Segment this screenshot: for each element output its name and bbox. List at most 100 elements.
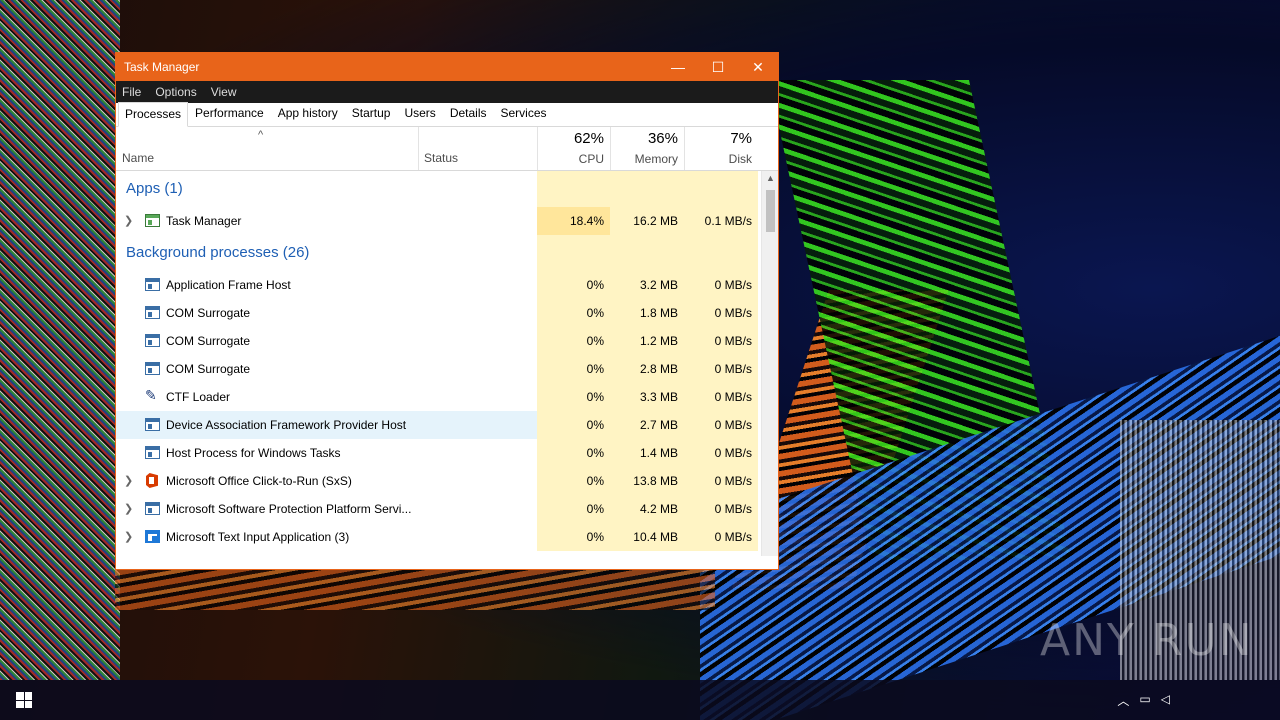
process-name: Application Frame Host bbox=[166, 278, 291, 292]
title-bar[interactable]: Task Manager — ☐ ✕ bbox=[116, 53, 778, 81]
table-row[interactable]: COM Surrogate 0% 2.8 MB 0 MB/s bbox=[116, 355, 761, 383]
sort-arrow-icon: ^ bbox=[258, 129, 264, 141]
table-row[interactable]: ❯ Microsoft Office Click-to-Run (SxS) 0%… bbox=[116, 467, 761, 495]
menu-view[interactable]: View bbox=[211, 85, 237, 99]
heat-cell bbox=[684, 235, 758, 271]
disk-value: 0 MB/s bbox=[684, 327, 758, 355]
disk-value: 0 MB/s bbox=[684, 439, 758, 467]
column-memory[interactable]: 36% Memory bbox=[610, 127, 684, 171]
disk-value: 0 MB/s bbox=[684, 523, 758, 551]
cpu-value: 0% bbox=[537, 495, 610, 523]
column-name[interactable]: Name bbox=[122, 151, 154, 165]
cpu-value: 0% bbox=[537, 383, 610, 411]
heat-cell bbox=[610, 171, 684, 207]
group-apps[interactable]: Apps (1) bbox=[116, 171, 761, 207]
memory-value: 1.2 MB bbox=[610, 327, 684, 355]
process-name: Device Association Framework Provider Ho… bbox=[166, 418, 407, 432]
tab-services[interactable]: Services bbox=[494, 101, 554, 126]
network-icon[interactable]: ▭ bbox=[1139, 692, 1150, 709]
group-background[interactable]: Background processes (26) bbox=[116, 235, 761, 271]
window-icon bbox=[145, 446, 160, 459]
desktop-glitch-bottom bbox=[115, 570, 715, 610]
memory-value: 13.8 MB bbox=[610, 467, 684, 495]
table-row[interactable]: ❯ Microsoft Software Protection Platform… bbox=[116, 495, 761, 523]
table-row[interactable]: Application Frame Host 0% 3.2 MB 0 MB/s bbox=[116, 271, 761, 299]
process-name: Host Process for Windows Tasks bbox=[166, 446, 341, 460]
memory-value: 3.2 MB bbox=[610, 271, 684, 299]
table-row[interactable]: ❯ Microsoft Text Input Application (3) 0… bbox=[116, 523, 761, 551]
disk-total: 7% bbox=[730, 130, 752, 147]
process-list: Apps (1) ❯ Task Manager 18.4% 16.2 MB 0.… bbox=[116, 171, 778, 556]
memory-value: 10.4 MB bbox=[610, 523, 684, 551]
cpu-value: 0% bbox=[537, 439, 610, 467]
tab-details[interactable]: Details bbox=[443, 101, 494, 126]
start-button[interactable] bbox=[0, 680, 48, 720]
window-title: Task Manager bbox=[124, 60, 200, 74]
tab-app-history[interactable]: App history bbox=[271, 101, 345, 126]
cpu-value: 0% bbox=[537, 467, 610, 495]
disk-label: Disk bbox=[728, 152, 752, 166]
expand-chevron-icon[interactable]: ❯ bbox=[124, 530, 133, 543]
tab-users[interactable]: Users bbox=[397, 101, 442, 126]
disk-value: 0 MB/s bbox=[684, 383, 758, 411]
tab-performance[interactable]: Performance bbox=[188, 101, 271, 126]
expand-chevron-icon[interactable]: ❯ bbox=[124, 502, 133, 515]
scroll-up-icon[interactable]: ▲ bbox=[766, 173, 775, 183]
menu-file[interactable]: File bbox=[122, 85, 141, 99]
task-manager-window: Task Manager — ☐ ✕ File Options View Pro… bbox=[115, 52, 779, 570]
table-row[interactable]: Host Process for Windows Tasks 0% 1.4 MB… bbox=[116, 439, 761, 467]
process-name: Task Manager bbox=[166, 214, 242, 228]
vertical-scrollbar[interactable]: ▲ bbox=[761, 171, 778, 556]
text-input-icon bbox=[145, 530, 160, 543]
disk-value: 0 MB/s bbox=[684, 299, 758, 327]
memory-value: 3.3 MB bbox=[610, 383, 684, 411]
process-name: Microsoft Text Input Application (3) bbox=[166, 530, 350, 544]
chevron-up-icon[interactable]: ︿ bbox=[1117, 692, 1129, 709]
cpu-value: 18.4% bbox=[537, 207, 610, 235]
heat-cell bbox=[610, 235, 684, 271]
process-name: CTF Loader bbox=[166, 390, 231, 404]
menu-options[interactable]: Options bbox=[155, 85, 196, 99]
column-status[interactable]: Status bbox=[424, 151, 458, 165]
table-row[interactable]: ❯ Task Manager 18.4% 16.2 MB 0.1 MB/s bbox=[116, 207, 761, 235]
tab-processes[interactable]: Processes bbox=[118, 102, 189, 127]
cpu-value: 0% bbox=[537, 327, 610, 355]
task-manager-icon bbox=[145, 214, 160, 227]
scroll-thumb[interactable] bbox=[766, 190, 775, 232]
window-icon bbox=[145, 418, 160, 431]
taskbar: ︿ ▭ ◁ bbox=[0, 680, 1280, 720]
cpu-value: 0% bbox=[537, 411, 610, 439]
cpu-value: 0% bbox=[537, 299, 610, 327]
maximize-button[interactable]: ☐ bbox=[698, 53, 738, 81]
tab-startup[interactable]: Startup bbox=[345, 101, 398, 126]
tab-strip: Processes Performance App history Startu… bbox=[116, 101, 778, 127]
table-row[interactable]: Device Association Framework Provider Ho… bbox=[116, 411, 761, 439]
heat-cell bbox=[684, 171, 758, 207]
disk-value: 0.1 MB/s bbox=[684, 207, 758, 235]
heat-cell bbox=[537, 171, 610, 207]
windows-logo-icon bbox=[16, 692, 32, 708]
column-cpu[interactable]: 62% CPU bbox=[537, 127, 610, 171]
cpu-value: 0% bbox=[537, 271, 610, 299]
memory-label: Memory bbox=[634, 152, 678, 166]
process-name: COM Surrogate bbox=[166, 334, 251, 348]
window-icon bbox=[145, 502, 160, 515]
process-name: Microsoft Office Click-to-Run (SxS) bbox=[166, 474, 352, 488]
table-row[interactable]: COM Surrogate 0% 1.2 MB 0 MB/s bbox=[116, 327, 761, 355]
memory-total: 36% bbox=[647, 130, 678, 147]
heat-cell bbox=[537, 235, 610, 271]
volume-icon[interactable]: ◁ bbox=[1161, 692, 1170, 709]
system-tray: ︿ ▭ ◁ bbox=[1117, 692, 1170, 709]
minimize-button[interactable]: — bbox=[658, 53, 698, 81]
memory-value: 4.2 MB bbox=[610, 495, 684, 523]
close-button[interactable]: ✕ bbox=[738, 53, 778, 81]
expand-chevron-icon[interactable]: ❯ bbox=[124, 214, 133, 227]
expand-chevron-icon[interactable]: ❯ bbox=[124, 474, 133, 487]
column-disk[interactable]: 7% Disk bbox=[684, 127, 758, 171]
table-row[interactable]: CTF Loader 0% 3.3 MB 0 MB/s bbox=[116, 383, 761, 411]
column-divider[interactable] bbox=[418, 127, 419, 170]
process-name: Microsoft Software Protection Platform S… bbox=[166, 502, 412, 516]
ctf-loader-icon bbox=[145, 387, 160, 404]
table-row[interactable]: COM Surrogate 0% 1.8 MB 0 MB/s bbox=[116, 299, 761, 327]
group-title-apps: Apps (1) bbox=[126, 180, 183, 197]
